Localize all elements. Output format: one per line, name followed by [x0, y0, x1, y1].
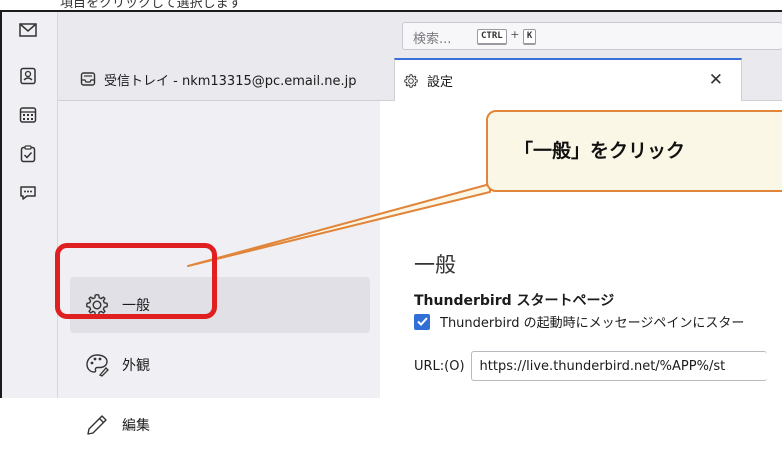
palette-icon	[86, 354, 109, 377]
section-title: Thunderbird スタートページ	[414, 293, 615, 309]
page-title: 一般	[414, 253, 456, 277]
shortcut-key-ctrl: CTRL	[477, 29, 507, 45]
spaces-toolbar	[0, 12, 58, 398]
instruction-callout: 「一般」をクリック	[486, 110, 782, 192]
nav-item-appearance[interactable]: 外観	[70, 337, 370, 393]
tab-settings-label: 設定	[427, 75, 454, 90]
startpage-checkbox-row[interactable]: Thunderbird の起動時にメッセージペインにスター	[414, 312, 744, 331]
tab-inbox-label: 受信トレイ - nkm13315@pc.email.ne.jp	[104, 73, 357, 89]
pencil-icon	[87, 415, 107, 435]
inbox-icon	[80, 72, 96, 86]
tasks-icon[interactable]	[16, 142, 40, 166]
chat-icon[interactable]	[16, 181, 40, 205]
url-value: https://live.thunderbird.net/%APP%/st	[479, 358, 726, 374]
nav-item-appearance-label: 外観	[122, 358, 150, 374]
tab-inbox[interactable]: 受信トレイ - nkm13315@pc.email.ne.jp	[72, 58, 392, 100]
url-label: URL:(O)	[414, 358, 465, 374]
nav-item-composition-label: 編集	[122, 418, 150, 434]
url-row: URL:(O) https://live.thunderbird.net/%AP…	[414, 351, 767, 381]
gear-icon	[404, 73, 418, 88]
shortcut-plus: +	[510, 28, 520, 41]
tab-bar: 受信トレイ - nkm13315@pc.email.ne.jp 設定 ✕	[58, 58, 782, 101]
tab-settings[interactable]: 設定 ✕	[394, 58, 742, 101]
callout-text: 「一般」をクリック	[514, 140, 686, 162]
search-shortcut: CTRL + K	[477, 28, 537, 45]
checkbox-label: Thunderbird の起動時にメッセージペインにスター	[440, 316, 745, 331]
mail-icon[interactable]	[16, 18, 40, 42]
click-highlight	[55, 243, 217, 319]
address-book-icon[interactable]	[16, 64, 40, 88]
close-icon[interactable]: ✕	[709, 70, 723, 90]
checkbox-checked[interactable]	[414, 313, 430, 330]
shortcut-key-k: K	[522, 29, 537, 45]
nav-item-composition[interactable]: 編集	[70, 397, 370, 453]
unified-toolbar: 検索... CTRL + K	[58, 12, 782, 58]
calendar-icon[interactable]	[16, 103, 40, 127]
checkmark-icon	[416, 317, 428, 326]
search-input[interactable]: 検索... CTRL + K	[402, 22, 782, 50]
url-input[interactable]: https://live.thunderbird.net/%APP%/st	[470, 351, 767, 381]
search-placeholder: 検索...	[413, 32, 452, 47]
